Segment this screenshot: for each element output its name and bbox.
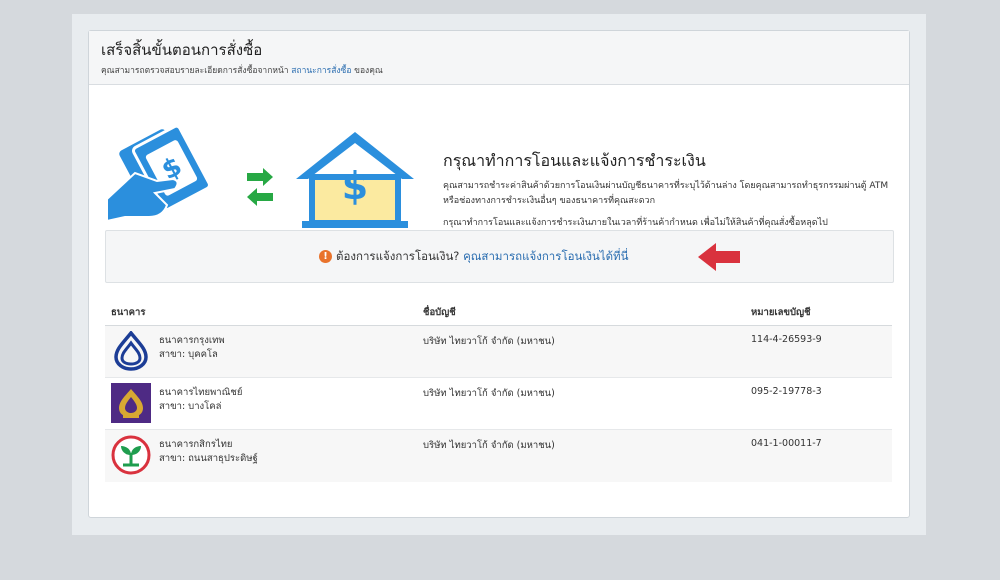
column-header-account-number: หมายเลขบัญชี xyxy=(745,299,892,326)
account-number: 095-2-19778-3 xyxy=(745,377,892,430)
transfer-notice-box: ! ต้องการแจ้งการโอนเงิน? คุณสามารถแจ้งการ… xyxy=(105,230,894,283)
account-name: บริษัท ไทยวาโก้ จำกัด (มหาชน) xyxy=(417,377,745,430)
notice-question: ต้องการแจ้งการโอนเงิน? xyxy=(336,249,460,263)
notify-transfer-link[interactable]: คุณสามารถแจ้งการโอนเงินได้ที่นี่ xyxy=(463,249,628,263)
table-row: ธนาคารกสิกรไทย สาขา: ถนนสาธุประดิษฐ์ บริ… xyxy=(105,429,892,482)
payment-heading: กรุณาทำการโอนและแจ้งการชำระเงิน xyxy=(443,151,706,170)
panel-header: เสร็จสิ้นขั้นตอนการสั่งซื้อ คุณสามารถตรว… xyxy=(89,31,909,85)
column-header-account-name: ชื่อบัญชี xyxy=(417,299,745,326)
subtitle-text-end: ของคุณ xyxy=(354,66,383,76)
bank-cell: ธนาคารไทยพาณิชย์ สาขา: บางโคล่ xyxy=(111,383,411,423)
bank-cell: ธนาคารกรุงเทพ สาขา: บุคคโล xyxy=(111,331,411,371)
order-complete-panel: เสร็จสิ้นขั้นตอนการสั่งซื้อ คุณสามารถตรว… xyxy=(88,30,910,518)
table-row: ธนาคารกรุงเทพ สาขา: บุคคโล บริษัท ไทยวาโ… xyxy=(105,325,892,378)
hand-paying-icon: $ xyxy=(106,124,211,223)
transfer-notice: ! ต้องการแจ้งการโอนเงิน? คุณสามารถแจ้งการ… xyxy=(319,248,629,266)
payment-deadline-note: กรุณาทำการโอนและแจ้งการชำระเงินภายในเวลา… xyxy=(443,218,828,228)
bank-accounts-table: ธนาคาร ชื่อบัญชี หมายเลขบัญชี ธนาคารกรุง… xyxy=(105,299,892,482)
table-header-row: ธนาคาร ชื่อบัญชี หมายเลขบัญชี xyxy=(105,299,892,326)
subtitle-text: คุณสามารถตรวจสอบรายละเอียดการสั่งซื้อจาก… xyxy=(101,66,289,76)
account-number: 114-4-26593-9 xyxy=(745,325,892,378)
scb-logo xyxy=(111,383,151,423)
kasikorn-logo xyxy=(111,435,151,475)
bank-branch: สาขา: บุคคโล xyxy=(159,349,218,360)
payment-instructions: คุณสามารถชำระค่าสินค้าด้วยการโอนเงินผ่าน… xyxy=(443,181,889,206)
table-row: ธนาคารไทยพาณิชย์ สาขา: บางโคล่ บริษัท ไท… xyxy=(105,377,892,430)
bank-branch: สาขา: บางโคล่ xyxy=(159,401,222,412)
account-number: 041-1-00011-7 xyxy=(745,429,892,482)
info-icon: ! xyxy=(319,250,332,263)
bank-building-icon: $ xyxy=(296,132,414,238)
account-name: บริษัท ไทยวาโก้ จำกัด (มหาชน) xyxy=(417,325,745,378)
bank-name: ธนาคารกรุงเทพ xyxy=(159,335,225,346)
red-arrow-icon xyxy=(698,243,740,271)
column-header-bank: ธนาคาร xyxy=(105,299,417,326)
exchange-arrows-icon xyxy=(247,168,273,206)
bank-name: ธนาคารกสิกรไทย xyxy=(159,439,233,450)
bangkok-bank-logo xyxy=(114,331,148,371)
page-subtitle: คุณสามารถตรวจสอบรายละเอียดการสั่งซื้อจาก… xyxy=(101,63,897,77)
order-status-link[interactable]: สถานะการสั่งซื้อ xyxy=(291,66,351,76)
svg-text:$: $ xyxy=(342,164,368,208)
payment-hero: $ $ กรุณาทำการโอนและแจ้งการชำระเงิน คุณส… xyxy=(89,115,909,238)
bank-cell: ธนาคารกสิกรไทย สาขา: ถนนสาธุประดิษฐ์ xyxy=(111,435,411,475)
bank-name: ธนาคารไทยพาณิชย์ xyxy=(159,387,243,398)
page-title: เสร็จสิ้นขั้นตอนการสั่งซื้อ xyxy=(101,41,263,59)
bank-branch: สาขา: ถนนสาธุประดิษฐ์ xyxy=(159,453,258,464)
account-name: บริษัท ไทยวาโก้ จำกัด (มหาชน) xyxy=(417,429,745,482)
